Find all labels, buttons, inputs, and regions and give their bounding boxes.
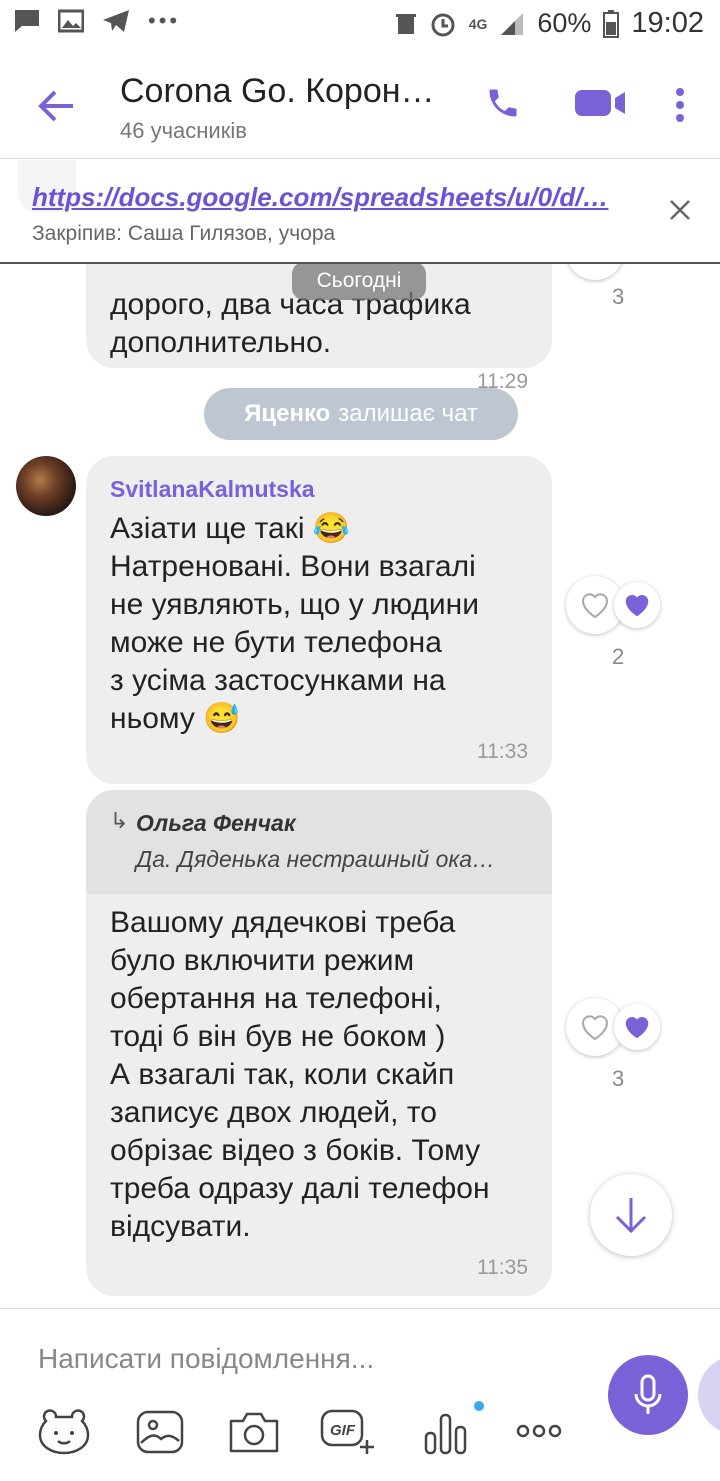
message-text: дополнительно.	[110, 326, 332, 359]
heart-outline-icon	[581, 1015, 609, 1041]
message-line: обертання на телефоні,	[110, 982, 442, 1015]
sticker-icon	[38, 1409, 90, 1455]
image-notification-icon	[58, 9, 84, 33]
telegram-notification-icon	[103, 10, 129, 32]
gif-icon: GIF	[320, 1409, 374, 1454]
status-bar: ••• 4G 60% 19:02	[0, 0, 720, 50]
message-line: А взагалі так, коли скайп	[110, 1058, 455, 1091]
heart-outline-icon	[581, 593, 609, 619]
system-message: Яценко залишає чат	[204, 388, 518, 440]
date-chip-label: Сьогодні	[316, 269, 402, 292]
recycle-icon	[395, 13, 416, 34]
network-type: 4G	[468, 15, 488, 32]
liked-indicator[interactable]	[614, 582, 660, 628]
camera-icon	[229, 1412, 279, 1453]
message-time: 11:35	[477, 1256, 528, 1279]
reaction-count: 3	[612, 1066, 625, 1091]
pinned-meta: Закріпив: Саша Гилязов, учора	[32, 222, 336, 245]
more-options-button[interactable]	[660, 80, 700, 130]
chat-title[interactable]: Corona Go. Корон…	[120, 72, 435, 111]
heart-icon	[625, 1017, 649, 1039]
message-bubble[interactable]: SvitlanaKalmutska Азіати ще такі 😂 Натре…	[86, 456, 552, 784]
message-line: відсувати.	[110, 1210, 251, 1243]
participants-count[interactable]: 46 учасників	[120, 118, 247, 144]
camera-button[interactable]	[226, 1407, 282, 1457]
reaction-widget[interactable]	[566, 998, 660, 1056]
microphone-icon	[634, 1374, 662, 1414]
system-action: залишає чат	[338, 400, 478, 427]
message-line: треба одразу далі телефон	[110, 1172, 490, 1205]
message-line: Азіати ще такі 😂	[110, 512, 351, 545]
chat-notification-icon	[15, 10, 39, 32]
close-pinned-button[interactable]	[660, 190, 700, 230]
pinned-message-bar[interactable]: https://docs.google.com/spreadsheets/u/0…	[0, 160, 720, 264]
reply-name: Ольга Фенчак	[136, 810, 296, 836]
reply-text: Да. Дяденька нестрашный ока…	[136, 846, 496, 872]
back-arrow-icon	[38, 90, 73, 122]
reaction-count: 2	[612, 644, 625, 669]
signal-icon	[501, 12, 524, 35]
scroll-down-icon	[615, 1198, 647, 1234]
video-call-button[interactable]	[570, 80, 630, 126]
status-right: 4G 60% 19:02	[395, 7, 704, 40]
scroll-down-button[interactable]	[590, 1174, 672, 1256]
pinned-link[interactable]: https://docs.google.com/spreadsheets/u/0…	[32, 182, 608, 213]
message-line: ньому 😅	[110, 702, 241, 735]
system-name: Яценко	[244, 400, 331, 427]
side-panel-edge[interactable]	[698, 1355, 720, 1435]
message-line: записує двох людей, то	[110, 1096, 437, 1129]
phone-icon	[489, 89, 517, 117]
more-attachments-button[interactable]	[512, 1413, 566, 1449]
gallery-icon	[136, 1410, 184, 1454]
more-notifications-icon: •••	[148, 8, 181, 33]
message-line: Натреновані. Вони взагалі	[110, 550, 476, 583]
message-line: з усіма застосунками на	[110, 664, 446, 697]
message-line: Вашому дядечкові треба	[110, 906, 456, 939]
message-composer: Написати повідомлення... GIF	[0, 1308, 720, 1481]
more-horiz-icon	[516, 1424, 562, 1438]
liked-indicator[interactable]	[614, 1004, 660, 1050]
message-line: не уявляють, що у людини	[110, 588, 480, 621]
sticker-button[interactable]	[36, 1407, 92, 1457]
message-bubble[interactable]: ↳ Ольга Фенчак Да. Дяденька нестрашный о…	[86, 790, 552, 1296]
reaction-count: 3	[612, 284, 625, 309]
back-button[interactable]	[28, 78, 84, 134]
message-text: Вашому дядечкові треба було включити реж…	[110, 904, 550, 1246]
close-icon	[670, 200, 690, 220]
date-chip: Сьогодні	[292, 262, 426, 300]
sender-name[interactable]: SvitlanaKalmutska	[110, 476, 315, 503]
message-line: обрізає відео з боків. Тому	[110, 1134, 481, 1167]
poll-button[interactable]	[418, 1407, 474, 1457]
alarm-icon	[431, 13, 455, 36]
status-left-icons: •••	[14, 8, 180, 34]
battery-percent: 60%	[537, 8, 592, 38]
more-vert-icon	[676, 88, 684, 122]
new-feature-dot	[474, 1401, 484, 1411]
chart-icon	[424, 1413, 467, 1455]
message-line: тоді б він був не боком )	[110, 1020, 446, 1053]
voice-record-button[interactable]	[608, 1355, 688, 1435]
reaction-widget[interactable]	[566, 576, 660, 634]
gif-button[interactable]: GIF	[318, 1407, 378, 1457]
call-button[interactable]	[478, 78, 528, 128]
battery-icon	[603, 9, 620, 38]
message-list[interactable]: дорого, два часа трафика дорого, два час…	[0, 262, 720, 1308]
message-line: було включити режим	[110, 944, 415, 977]
message-line: може не бути телефона	[110, 626, 442, 659]
clock: 19:02	[631, 7, 704, 39]
heart-icon	[625, 595, 649, 617]
like-button[interactable]	[566, 262, 624, 280]
message-text: Азіати ще такі 😂 Натреновані. Вони взага…	[110, 510, 540, 738]
gallery-button[interactable]	[132, 1407, 188, 1457]
reply-quote[interactable]: ↳ Ольга Фенчак Да. Дяденька нестрашный о…	[86, 790, 552, 894]
chat-header: Corona Go. Корон… 46 учасників	[0, 50, 720, 159]
svg-text:GIF: GIF	[330, 1422, 356, 1439]
message-time: 11:33	[477, 740, 528, 763]
message-input[interactable]: Написати повідомлення...	[38, 1343, 374, 1375]
video-icon	[575, 90, 625, 116]
reply-arrow-icon: ↳	[110, 808, 129, 833]
reaction-widget[interactable]	[566, 262, 624, 280]
avatar[interactable]	[16, 456, 76, 516]
